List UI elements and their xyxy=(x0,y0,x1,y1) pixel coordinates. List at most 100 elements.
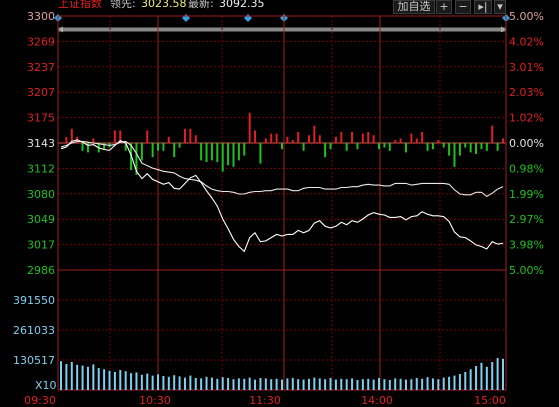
volume-bar xyxy=(178,376,181,390)
volume-bar xyxy=(426,377,429,390)
volume-bar xyxy=(248,377,251,390)
price-tick-label: 3112 xyxy=(27,162,55,175)
time-marker-icon[interactable] xyxy=(182,14,190,22)
momentum-bar xyxy=(307,135,310,143)
volume-bar xyxy=(70,362,73,390)
momentum-bar xyxy=(200,143,203,161)
momentum-bar xyxy=(421,132,424,143)
momentum-bar xyxy=(453,143,456,167)
volume-bar xyxy=(194,378,197,390)
volume-bar xyxy=(286,378,289,390)
volume-bar xyxy=(108,370,111,390)
volume-tick-label: 261033 xyxy=(13,324,55,337)
momentum-bar xyxy=(243,143,246,156)
price-tick-label: 3300 xyxy=(27,10,55,23)
momentum-bar xyxy=(140,143,143,161)
pct-tick-label: 5.00% xyxy=(509,264,544,277)
momentum-bar xyxy=(275,133,278,143)
volume-bar xyxy=(378,378,381,390)
volume-bar xyxy=(318,378,321,390)
volume-bar xyxy=(458,374,461,390)
volume-bar xyxy=(135,372,138,390)
volume-bar xyxy=(399,378,402,390)
momentum-bar xyxy=(431,143,434,150)
volume-bar xyxy=(361,379,364,390)
volume-bar xyxy=(383,379,386,390)
price-tick-label: 3017 xyxy=(27,239,55,252)
volume-bar xyxy=(232,379,235,390)
volume-bar xyxy=(281,379,283,390)
volume-bar xyxy=(491,362,494,390)
volume-bar xyxy=(92,364,95,390)
volume-bar xyxy=(119,370,122,390)
momentum-bar xyxy=(442,143,445,148)
momentum-bar xyxy=(221,143,224,172)
minus-icon[interactable]: − xyxy=(455,0,471,14)
pct-tick-label: 3.98% xyxy=(509,239,544,252)
time-axis-label: 09:30 xyxy=(24,394,56,407)
pct-tick-label: 2.97% xyxy=(509,213,544,226)
volume-bar xyxy=(340,378,343,390)
plus-icon[interactable]: + xyxy=(436,0,452,14)
momentum-bar xyxy=(205,143,208,162)
chart-frame xyxy=(57,15,507,391)
momentum-bar xyxy=(183,128,186,143)
latest-label: 最新: xyxy=(188,0,214,10)
volume-bar xyxy=(324,379,327,390)
momentum-bar xyxy=(458,143,461,156)
time-axis-label: 10:30 xyxy=(139,394,171,407)
lead-value: 3023.58 xyxy=(141,0,187,10)
volume-bar xyxy=(205,376,208,390)
volume-bar xyxy=(151,375,154,390)
volume-bar xyxy=(480,362,483,390)
momentum-bar xyxy=(178,143,181,148)
pct-tick-label: 4.02% xyxy=(509,35,544,48)
momentum-bar xyxy=(146,130,149,143)
volume-bar xyxy=(291,378,294,390)
momentum-bar xyxy=(394,140,397,143)
momentum-bar xyxy=(291,140,294,143)
momentum-bar xyxy=(113,130,116,143)
time-marker-icon[interactable] xyxy=(244,14,252,22)
pct-tick-label: 0.00% xyxy=(509,137,544,150)
volume-bar xyxy=(157,374,160,390)
menu-chevron-icon[interactable]: ▾ xyxy=(494,0,506,14)
volume-bar xyxy=(113,372,116,390)
volume-bar xyxy=(200,378,203,390)
volume-bar xyxy=(140,374,143,390)
momentum-bar xyxy=(297,132,300,143)
momentum-bar xyxy=(259,143,262,164)
volume-bar xyxy=(448,376,451,390)
volume-bar xyxy=(496,358,499,390)
volume-bar xyxy=(189,375,192,390)
volume-bar xyxy=(334,379,337,390)
momentum-bar xyxy=(410,133,413,143)
pct-tick-label: 1.99% xyxy=(509,188,544,201)
volume-bar xyxy=(86,366,89,390)
volume-bar xyxy=(464,372,467,390)
volume-bar xyxy=(173,375,176,390)
price-tick-label: 3143 xyxy=(27,137,55,150)
momentum-bar xyxy=(232,143,235,167)
intraday-chart[interactable]: 3300 5.00% 3269 4.02% 3237 3.01% 3207 2.03% 3175… xyxy=(0,0,559,407)
volume-bar xyxy=(275,378,278,390)
volume-bar xyxy=(502,358,504,390)
momentum-bar xyxy=(367,132,370,143)
price-tick-label: 3269 xyxy=(27,35,55,48)
volume-bar xyxy=(221,377,224,390)
momentum-bar xyxy=(485,143,488,151)
volume-bar xyxy=(210,377,213,390)
step-arrow-icon[interactable]: ▸| xyxy=(474,0,492,14)
momentum-bar xyxy=(92,138,95,143)
momentum-bar xyxy=(162,143,165,151)
add-favorite-button[interactable]: 加自选 xyxy=(393,0,435,14)
momentum-bar xyxy=(388,143,391,151)
momentum-bar xyxy=(415,138,418,143)
momentum-bar xyxy=(383,143,386,148)
momentum-bar xyxy=(157,143,160,151)
volume-bar xyxy=(475,366,478,390)
momentum-bar xyxy=(351,132,354,143)
price-tick-label: 3049 xyxy=(27,213,55,226)
volume-bar xyxy=(351,378,354,390)
volume-scale-label: X10 xyxy=(35,379,57,392)
